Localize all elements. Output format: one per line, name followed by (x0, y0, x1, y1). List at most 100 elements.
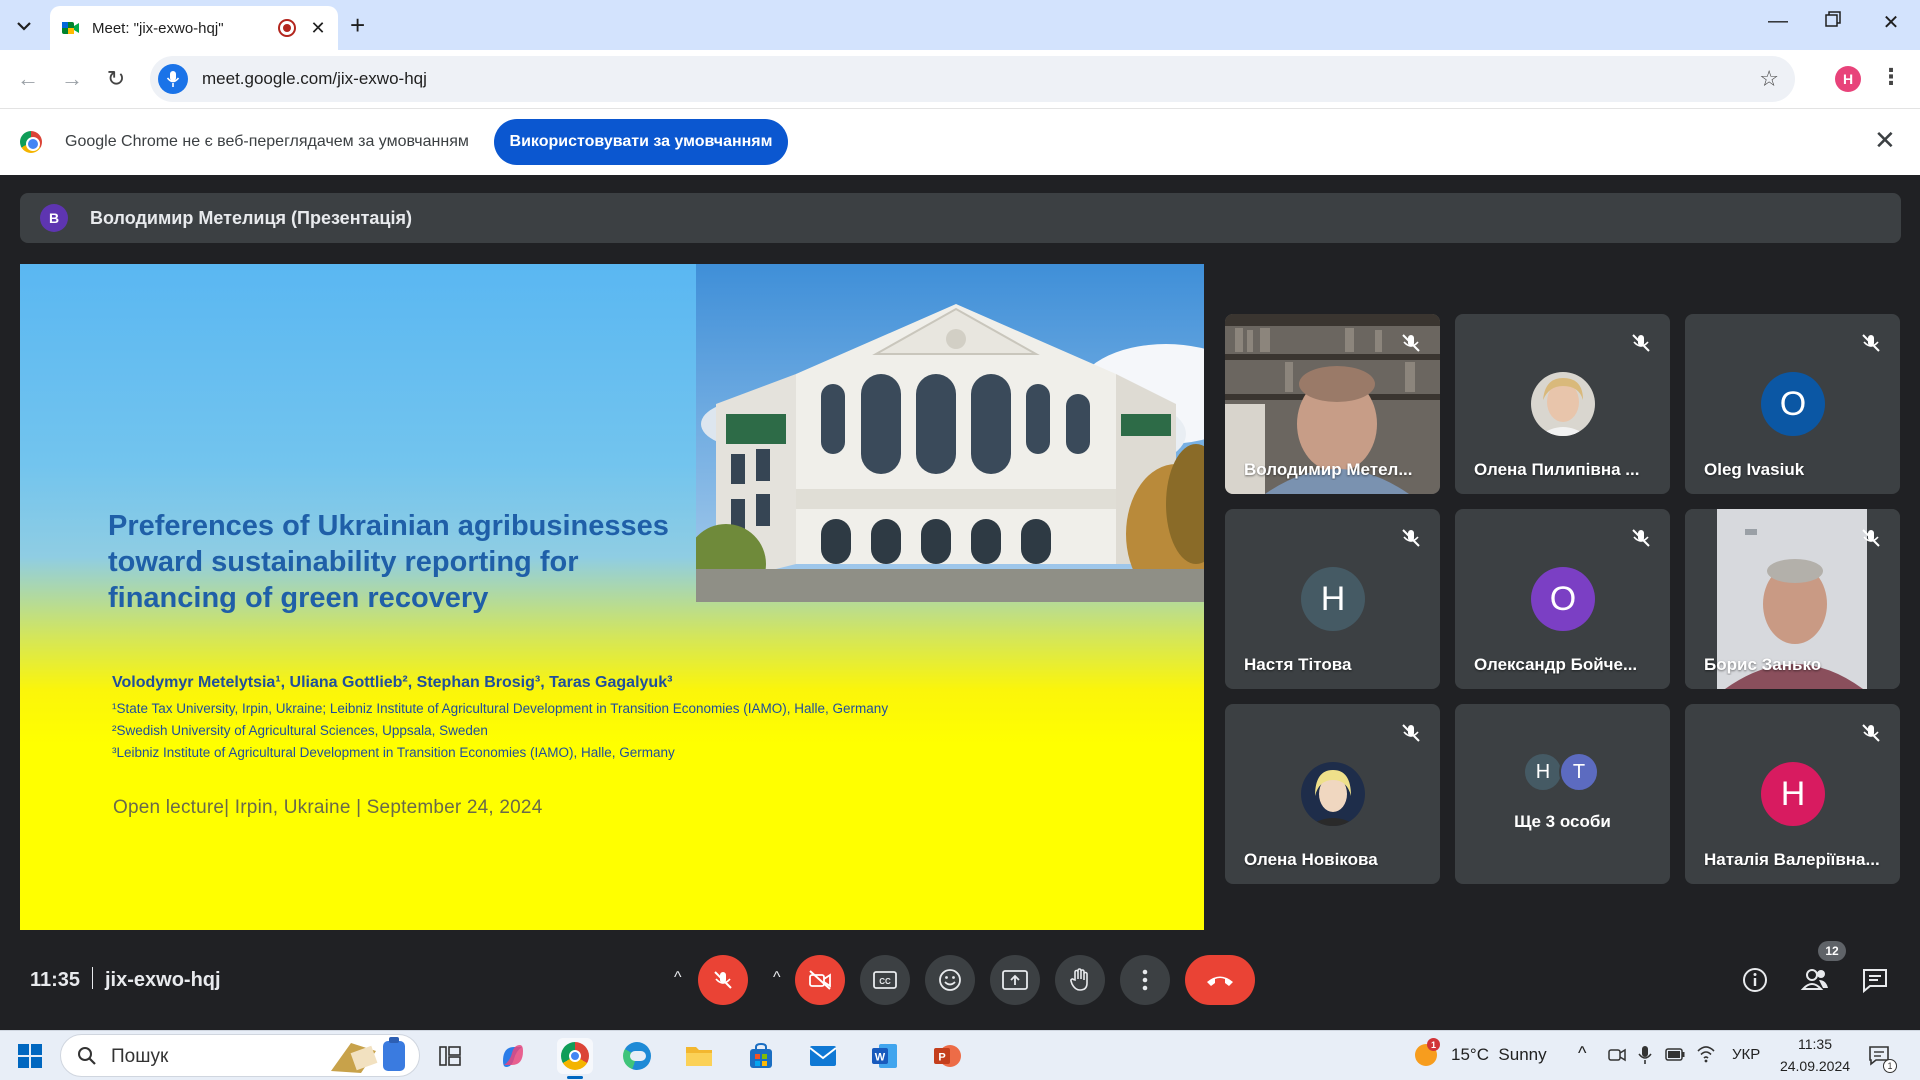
set-default-button[interactable]: Використовувати за умовчанням (494, 119, 788, 165)
chat-icon[interactable] (1860, 965, 1890, 995)
close-icon[interactable]: ✕ (1874, 125, 1896, 156)
captions-button[interactable]: CC (860, 955, 910, 1005)
taskbar-search[interactable]: Пошук (60, 1034, 420, 1077)
participant-count-badge: 12 (1818, 941, 1846, 961)
video-options-caret[interactable]: ^ (773, 969, 781, 987)
mic-off-icon (714, 971, 732, 989)
minimize-icon[interactable]: — (1763, 10, 1793, 33)
participant-name: Олександр Бойче... (1474, 655, 1638, 674)
meet-stage: В Володимир Метелиця (Презентація) Prefe… (0, 175, 1920, 1030)
star-icon[interactable]: ☆ (1759, 66, 1779, 92)
slide-affiliation: ²Swedish University of Agricultural Scie… (112, 723, 488, 738)
notification-count: 1 (1883, 1059, 1897, 1073)
hang-up-icon (1207, 976, 1233, 986)
edge-icon[interactable] (619, 1038, 655, 1074)
chrome-icon[interactable] (557, 1038, 593, 1074)
chrome-logo (20, 131, 42, 153)
wifi-icon[interactable] (1696, 1045, 1716, 1063)
chevron-up-icon[interactable]: ^ (1578, 1043, 1586, 1064)
forward-icon[interactable]: → (56, 63, 88, 95)
file-explorer-icon[interactable] (681, 1038, 717, 1074)
info-icon[interactable] (1740, 965, 1770, 995)
meeting-time: 11:35 (30, 969, 81, 991)
emoji-icon (939, 969, 961, 991)
camera-in-use-icon[interactable] (1608, 1046, 1626, 1064)
presentation-slide[interactable]: Preferences of Ukrainian agribusinesses … (20, 264, 1204, 930)
people-icon[interactable] (1800, 965, 1830, 995)
mic-off-icon (1632, 334, 1650, 352)
meet-favicon (62, 22, 79, 34)
windows-start-icon[interactable] (18, 1044, 42, 1068)
participant-avatar: O (1761, 372, 1825, 436)
tab-search-button[interactable] (10, 12, 38, 40)
back-icon[interactable]: ← (12, 63, 44, 95)
participant-tile[interactable]: Н Наталія Валеріївна... (1685, 704, 1900, 884)
address-bar[interactable]: meet.google.com/jix-exwo-hqj ☆ (150, 56, 1795, 102)
participant-tile[interactable]: О Олександр Бойче... (1455, 509, 1670, 689)
participant-avatar-photo (1301, 762, 1365, 826)
recording-icon (278, 19, 296, 37)
tab-title: Meet: "jix-exwo-hqj" (92, 19, 224, 37)
chevron-down-icon (17, 22, 31, 31)
participant-tile[interactable]: Олена Новікова (1225, 704, 1440, 884)
task-view-icon[interactable] (432, 1038, 468, 1074)
participant-name: Настя Тітова (1244, 655, 1352, 674)
participant-tile[interactable]: Олена Пилипівна ... (1455, 314, 1670, 494)
participant-tile[interactable]: Володимир Метел... (1225, 314, 1440, 494)
mic-icon[interactable] (158, 64, 188, 94)
kebab-menu-icon[interactable]: ⋮ (1880, 64, 1902, 90)
taskbar-clock-time[interactable]: 11:35 (1775, 1036, 1855, 1052)
more-participants-label: Ще 3 особи (1514, 812, 1611, 831)
mic-in-use-icon[interactable] (1638, 1045, 1652, 1065)
meeting-code[interactable]: jix-exwo-hqj (105, 969, 221, 992)
participant-name: Володимир Метел... (1244, 460, 1413, 479)
university-building-photo (696, 264, 1204, 602)
reactions-button[interactable] (925, 955, 975, 1005)
word-icon[interactable]: W (867, 1038, 903, 1074)
participant-name: Олена Пилипівна ... (1474, 460, 1640, 479)
participant-name: Наталія Валеріївна... (1704, 850, 1880, 869)
more-participants-tile[interactable]: Н Т Ще 3 особи (1455, 704, 1670, 884)
windows-taskbar: Пошук W P 1 15°C Sunny ^ УКР 11:35 24.09… (0, 1030, 1920, 1080)
close-window-icon[interactable]: ✕ (1876, 10, 1906, 35)
battery-icon[interactable] (1665, 1048, 1685, 1061)
mic-off-icon (1402, 334, 1420, 352)
weather-text[interactable]: 15°C Sunny (1451, 1045, 1547, 1065)
plus-icon[interactable]: + (350, 12, 365, 38)
reload-icon[interactable]: ↻ (100, 63, 132, 95)
active-app-indicator (567, 1076, 583, 1079)
more-participants-avatars: Н Т (1523, 752, 1599, 792)
participant-tile[interactable]: Борис Занько (1685, 509, 1900, 689)
browser-tab[interactable]: Meet: "jix-exwo-hqj" ✕ (50, 6, 338, 50)
raise-hand-button[interactable] (1055, 955, 1105, 1005)
default-browser-infobar: Google Chrome не є веб-переглядачем за у… (0, 108, 1920, 175)
camera-toggle-button[interactable] (795, 955, 845, 1005)
taskbar-clock-date[interactable]: 24.09.2024 (1772, 1058, 1858, 1074)
mail-icon[interactable] (805, 1038, 841, 1074)
mic-toggle-button[interactable] (698, 955, 748, 1005)
search-highlight-illustration (331, 1037, 405, 1073)
close-icon[interactable]: ✕ (308, 18, 328, 39)
participant-avatar: О (1531, 567, 1595, 631)
present-button[interactable] (990, 955, 1040, 1005)
leave-call-button[interactable] (1185, 955, 1255, 1005)
powerpoint-icon[interactable]: P (929, 1038, 965, 1074)
audio-options-caret[interactable]: ^ (674, 969, 682, 987)
participant-tile[interactable]: Н Настя Тітова (1225, 509, 1440, 689)
divider (92, 967, 93, 989)
store-icon[interactable] (743, 1038, 779, 1074)
slide-footer: Open lecture| Irpin, Ukraine | September… (113, 797, 543, 818)
mic-off-icon (1632, 529, 1650, 547)
participant-name: Oleg Ivasiuk (1704, 460, 1805, 479)
participant-tile[interactable]: O Oleg Ivasiuk (1685, 314, 1900, 494)
more-options-icon (1142, 969, 1148, 991)
svg-text:P: P (938, 1052, 945, 1064)
copilot-icon[interactable] (495, 1038, 531, 1074)
mic-off-icon (1402, 529, 1420, 547)
restore-icon[interactable] (1818, 10, 1848, 33)
profile-avatar[interactable]: H (1835, 66, 1861, 92)
participant-name: Борис Занько (1704, 655, 1822, 674)
more-options-button[interactable] (1120, 955, 1170, 1005)
input-language[interactable]: УКР (1732, 1046, 1760, 1063)
slide-title: Preferences of Ukrainian agribusinesses … (108, 510, 669, 614)
